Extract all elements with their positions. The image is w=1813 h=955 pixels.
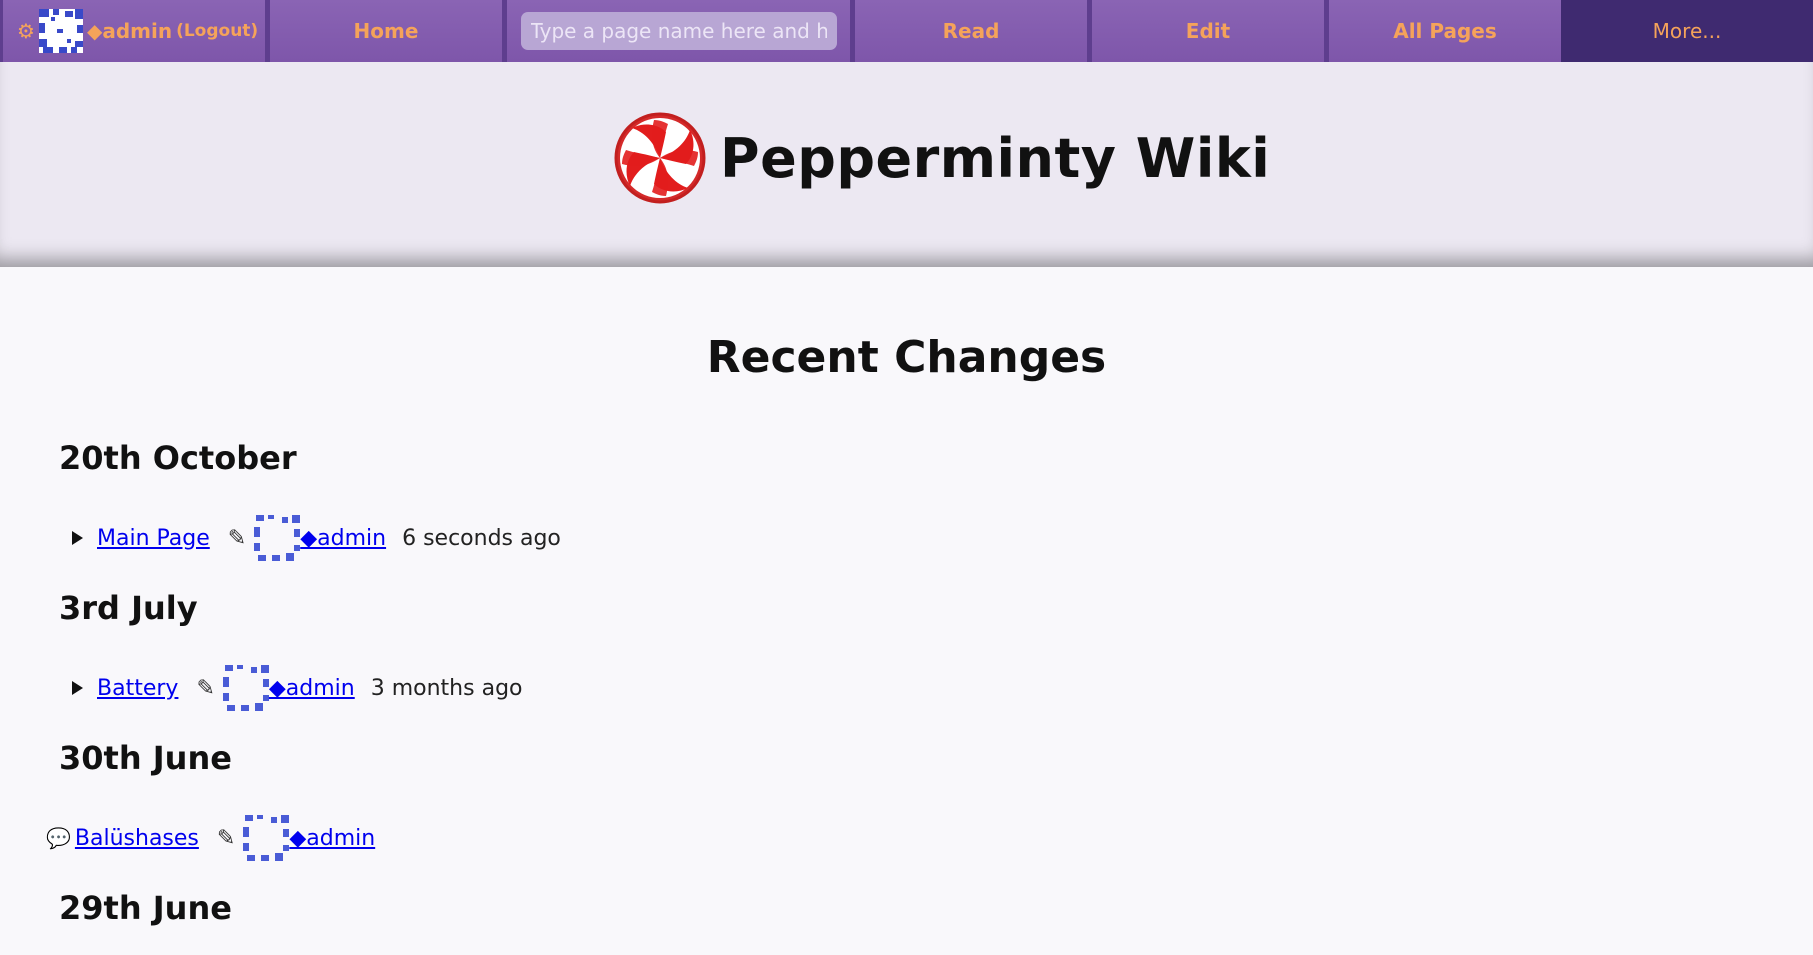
user-menu[interactable]: ⚙ ◆admin (Logout) bbox=[0, 0, 265, 62]
change-time: 6 seconds ago bbox=[402, 525, 561, 551]
top-nav: ⚙ ◆admin (Logout) Home Read Edit All Pag… bbox=[0, 0, 1813, 62]
site-title[interactable]: Pepperminty Wiki bbox=[720, 127, 1270, 190]
nav-edit[interactable]: Edit bbox=[1087, 0, 1324, 62]
comment-icon: 💬 bbox=[46, 826, 71, 850]
expand-triangle-icon[interactable] bbox=[72, 531, 83, 545]
page-title: Recent Changes bbox=[706, 332, 1107, 383]
nav-all-pages[interactable]: All Pages bbox=[1324, 0, 1561, 62]
user-avatar[interactable] bbox=[222, 665, 269, 711]
nav-read[interactable]: Read bbox=[850, 0, 1087, 62]
expand-triangle-icon[interactable] bbox=[72, 681, 83, 695]
user-avatar[interactable] bbox=[254, 515, 301, 561]
site-branding: Pepperminty Wiki bbox=[614, 112, 1270, 204]
edit-pencil-icon: ✎ bbox=[227, 525, 247, 551]
page-link[interactable]: Battery bbox=[97, 676, 178, 701]
user-avatar[interactable] bbox=[38, 9, 83, 53]
page-link[interactable]: Main Page bbox=[97, 526, 210, 551]
nav-more[interactable]: More... bbox=[1561, 0, 1813, 62]
logout-link[interactable]: (Logout) bbox=[176, 21, 258, 41]
gear-icon[interactable]: ⚙ bbox=[17, 19, 35, 43]
day-heading: 30th June bbox=[59, 739, 232, 777]
user-link[interactable]: ◆admin bbox=[289, 826, 375, 851]
user-avatar[interactable] bbox=[243, 815, 290, 861]
edit-pencil-icon: ✎ bbox=[196, 675, 215, 701]
change-row: Main Page ✎ ◆admin 6 seconds ago bbox=[72, 515, 561, 561]
main-content: Recent Changes 20th October Main Page ✎ … bbox=[0, 267, 1813, 955]
change-row: Battery ✎ ◆admin 3 months ago bbox=[72, 665, 523, 711]
day-heading: 3rd July bbox=[59, 589, 198, 627]
nav-home[interactable]: Home bbox=[265, 0, 502, 62]
user-link[interactable]: ◆admin bbox=[269, 676, 355, 701]
user-link[interactable]: ◆admin bbox=[300, 526, 386, 551]
user-name[interactable]: ◆admin bbox=[87, 19, 172, 43]
peppermint-logo-icon bbox=[614, 112, 706, 204]
search-input[interactable] bbox=[520, 12, 837, 50]
page-link[interactable]: Balüshases bbox=[75, 826, 199, 851]
day-heading: 20th October bbox=[59, 439, 297, 477]
change-time: 3 months ago bbox=[370, 675, 523, 701]
day-heading: 29th June bbox=[59, 889, 232, 927]
site-header: Pepperminty Wiki bbox=[0, 62, 1813, 267]
change-row: 💬 Balüshases ✎ ◆admin bbox=[46, 815, 375, 861]
search-container bbox=[502, 0, 850, 62]
edit-pencil-icon: ✎ bbox=[216, 825, 236, 851]
